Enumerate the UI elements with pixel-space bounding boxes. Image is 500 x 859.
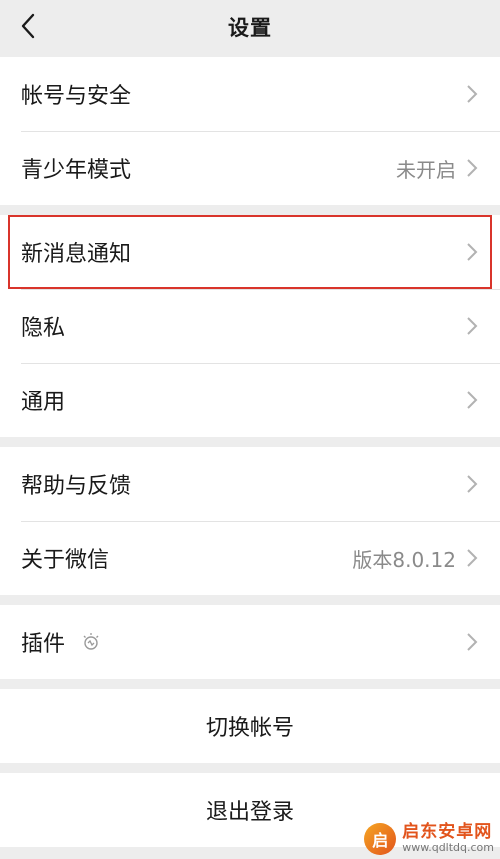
settings-group-plugins: 插件 bbox=[0, 605, 500, 679]
row-label: 通用 bbox=[21, 390, 66, 415]
row-label: 新消息通知 bbox=[21, 242, 132, 267]
chevron-right-icon bbox=[467, 391, 478, 409]
plugin-bulb-icon bbox=[83, 633, 99, 650]
row-new-message-notification[interactable]: 新消息通知 bbox=[8, 215, 492, 289]
row-plugins[interactable]: 插件 bbox=[0, 605, 500, 679]
chevron-right-icon bbox=[467, 633, 478, 651]
row-label: 帐号与安全 bbox=[21, 84, 132, 109]
chevron-right-icon bbox=[467, 475, 478, 493]
page-title: 设置 bbox=[228, 15, 272, 40]
settings-group-general: 新消息通知 隐私 通用 bbox=[0, 215, 500, 437]
chevron-right-icon bbox=[467, 85, 478, 103]
watermark: 启 启东安卓网 www.qdltdq.com bbox=[364, 823, 494, 855]
row-teen-mode[interactable]: 青少年模式 未开启 bbox=[0, 131, 500, 205]
row-label: 青少年模式 bbox=[21, 158, 132, 183]
watermark-logo-icon: 启 bbox=[364, 823, 397, 855]
back-button[interactable] bbox=[14, 12, 42, 40]
row-value: 版本8.0.12 bbox=[352, 547, 456, 572]
row-general[interactable]: 通用 bbox=[0, 363, 500, 437]
navigation-bar: 设置 bbox=[0, 0, 500, 53]
row-privacy[interactable]: 隐私 bbox=[0, 289, 500, 363]
chevron-left-icon bbox=[21, 13, 35, 39]
row-about-wechat[interactable]: 关于微信 版本8.0.12 bbox=[0, 521, 500, 595]
chevron-right-icon bbox=[467, 317, 478, 335]
chevron-right-icon bbox=[467, 159, 478, 177]
row-label: 帮助与反馈 bbox=[21, 474, 132, 499]
switch-account-button[interactable]: 切换帐号 bbox=[0, 689, 500, 763]
row-account-security[interactable]: 帐号与安全 bbox=[0, 57, 500, 131]
row-help-feedback[interactable]: 帮助与反馈 bbox=[0, 447, 500, 521]
row-label: 关于微信 bbox=[21, 548, 110, 573]
chevron-right-icon bbox=[467, 549, 478, 567]
watermark-name: 启东安卓网 bbox=[402, 822, 493, 843]
row-label: 插件 bbox=[21, 632, 66, 657]
watermark-url: www.qdltdq.com bbox=[402, 841, 494, 855]
settings-group-account: 帐号与安全 青少年模式 未开启 bbox=[0, 57, 500, 205]
row-label: 隐私 bbox=[21, 316, 66, 341]
row-value: 未开启 bbox=[396, 157, 456, 182]
settings-group-help: 帮助与反馈 关于微信 版本8.0.12 bbox=[0, 447, 500, 595]
chevron-right-icon bbox=[467, 243, 478, 261]
